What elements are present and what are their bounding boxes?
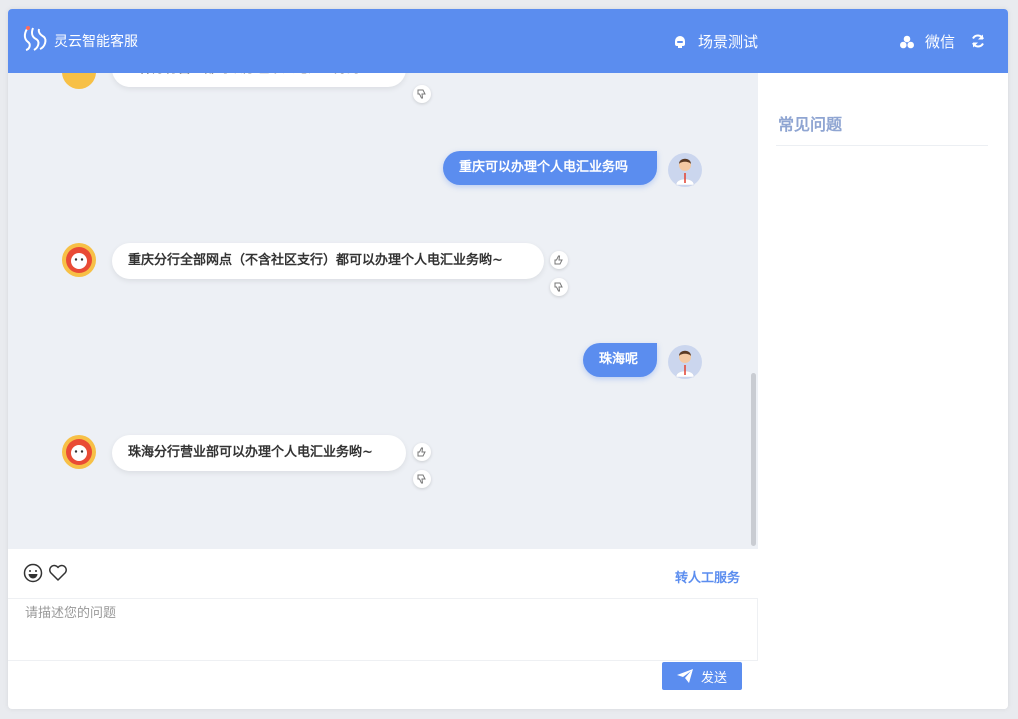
bot-avatar: [62, 73, 96, 89]
thumb-down-icon: [554, 282, 563, 292]
bot-avatar: [62, 243, 96, 277]
message-input[interactable]: [8, 599, 758, 661]
user-person-icon: [675, 350, 695, 378]
thumb-down-button[interactable]: [413, 470, 431, 488]
scene-test-button[interactable]: 场景测试: [672, 31, 758, 52]
scene-test-label: 场景测试: [698, 33, 759, 51]
app-title: 灵云智能客服: [54, 34, 138, 50]
bot-avatar: [62, 435, 96, 469]
scrollbar-thumb[interactable]: [751, 373, 756, 546]
thumb-up-button[interactable]: [550, 251, 568, 269]
robot-icon: [675, 35, 685, 48]
message-list[interactable]: ~韩分行营业部可以办理个人电汇业务的~ 重庆可以办理个人电汇业务吗 重庆分行全部…: [8, 73, 758, 549]
thumb-down-button[interactable]: [413, 85, 431, 103]
input-toolbar: 转人工服务: [8, 549, 758, 599]
transfer-human-service-link[interactable]: 转人工服务: [675, 567, 740, 586]
thumb-up-icon: [417, 447, 426, 457]
bot-message: ~韩分行营业部可以办理个人电汇业务的~: [112, 73, 406, 87]
paper-plane-icon: [676, 669, 693, 683]
user-message: 珠海呢: [583, 343, 657, 377]
bot-message: 珠海分行营业部可以办理个人电汇业务哟~: [112, 435, 406, 471]
heart-icon[interactable]: [48, 563, 68, 583]
wechat-label: 微信: [925, 33, 956, 51]
send-label: 发送: [700, 670, 727, 686]
user-avatar: [668, 345, 702, 379]
thumb-up-button[interactable]: [413, 443, 431, 461]
bot-message: 重庆分行全部网点（不含社区支行）都可以办理个人电汇业务哟~: [112, 243, 544, 279]
wechat-icon: [900, 35, 914, 48]
bot-mascot-icon: [66, 439, 92, 465]
logo-icon: [23, 26, 47, 51]
header-bar: 灵云智能客服 场景测试 微信: [8, 9, 1008, 73]
thumb-up-icon: [554, 255, 563, 265]
thumb-down-icon: [417, 89, 426, 99]
wechat-button[interactable]: 微信: [899, 31, 955, 52]
user-message: 重庆可以办理个人电汇业务吗: [443, 151, 657, 185]
refresh-icon[interactable]: [970, 33, 986, 49]
faq-divider: [776, 145, 988, 146]
thumb-down-icon: [417, 474, 426, 484]
user-person-icon: [675, 158, 695, 186]
chat-window: 灵云智能客服 场景测试 微信 ~韩分行营业部可: [8, 9, 1008, 709]
bot-mascot-icon: [66, 247, 92, 273]
thumb-down-button[interactable]: [550, 278, 568, 296]
user-avatar: [668, 153, 702, 187]
emoji-icon[interactable]: [23, 563, 43, 583]
faq-title: 常见问题: [778, 115, 843, 134]
faq-panel: 常见问题: [758, 73, 1008, 709]
send-button[interactable]: 发送: [662, 662, 742, 690]
